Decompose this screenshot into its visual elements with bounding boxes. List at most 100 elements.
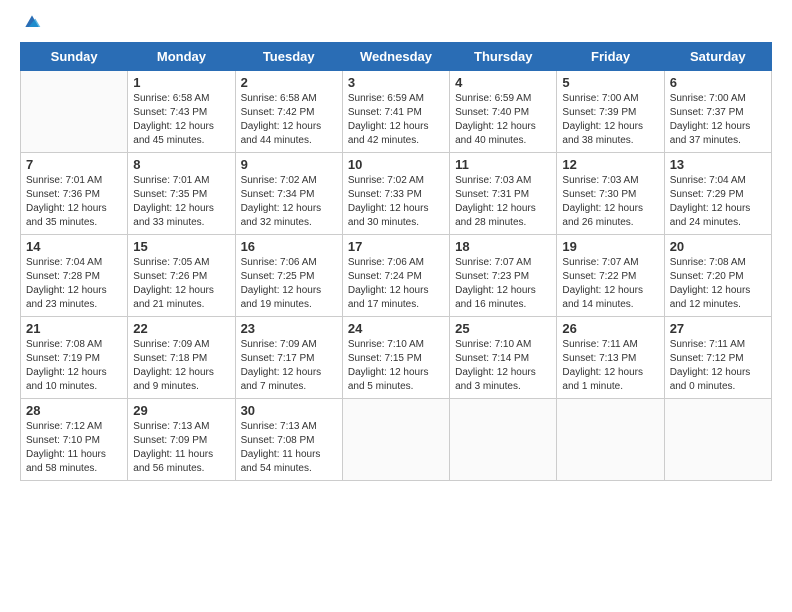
day-number: 26 (562, 321, 658, 336)
calendar-cell: 24 Sunrise: 7:10 AM Sunset: 7:15 PM Dayli… (342, 317, 449, 399)
calendar-cell: 12 Sunrise: 7:03 AM Sunset: 7:30 PM Dayli… (557, 153, 664, 235)
day-info: Sunrise: 7:07 AM Sunset: 7:22 PM Dayligh… (562, 256, 658, 312)
day-number: 10 (348, 157, 444, 172)
calendar-cell: 25 Sunrise: 7:10 AM Sunset: 7:14 PM Dayli… (450, 317, 557, 399)
day-number: 1 (133, 75, 229, 90)
calendar-cell: 18Sunrise: 7:07 AM Sunset: 7:23 PM Dayli… (450, 235, 557, 317)
calendar-cell: 13 Sunrise: 7:04 AM Sunset: 7:29 PM Dayli… (664, 153, 771, 235)
day-number: 7 (26, 157, 122, 172)
day-info: Sunrise: 7:00 AM Sunset: 7:37 PM Dayligh… (670, 92, 766, 148)
calendar-cell: 7 Sunrise: 7:01 AM Sunset: 7:36 PM Daylig… (21, 153, 128, 235)
weekday-header-cell: Friday (557, 43, 664, 71)
calendar-cell: 20 Sunrise: 7:08 AM Sunset: 7:20 PM Dayli… (664, 235, 771, 317)
calendar-cell: 30 Sunrise: 7:13 AM Sunset: 7:08 PM Dayli… (235, 399, 342, 481)
day-info: Sunrise: 7:10 AM Sunset: 7:15 PM Dayligh… (348, 338, 444, 394)
calendar-week-row: 21 Sunrise: 7:08 AM Sunset: 7:19 PM Dayli… (21, 317, 772, 399)
logo-icon (22, 12, 42, 32)
day-info: Sunrise: 6:59 AM Sunset: 7:41 PM Dayligh… (348, 92, 444, 148)
weekday-header-cell: Saturday (664, 43, 771, 71)
day-number: 25 (455, 321, 551, 336)
calendar-cell: 10 Sunrise: 7:02 AM Sunset: 7:33 PM Dayli… (342, 153, 449, 235)
calendar-cell: 26 Sunrise: 7:11 AM Sunset: 7:13 PM Dayli… (557, 317, 664, 399)
day-number: 16 (241, 239, 337, 254)
day-number: 18 (455, 239, 551, 254)
weekday-header-row: SundayMondayTuesdayWednesdayThursdayFrid… (21, 43, 772, 71)
day-number: 17 (348, 239, 444, 254)
calendar-cell: 16Sunrise: 7:06 AM Sunset: 7:25 PM Dayli… (235, 235, 342, 317)
day-number: 13 (670, 157, 766, 172)
weekday-header-cell: Tuesday (235, 43, 342, 71)
day-info: Sunrise: 7:04 AM Sunset: 7:29 PM Dayligh… (670, 174, 766, 230)
day-info: Sunrise: 6:58 AM Sunset: 7:42 PM Dayligh… (241, 92, 337, 148)
weekday-header-cell: Monday (128, 43, 235, 71)
day-info: Sunrise: 7:00 AM Sunset: 7:39 PM Dayligh… (562, 92, 658, 148)
calendar-week-row: 1 Sunrise: 6:58 AM Sunset: 7:43 PM Daylig… (21, 71, 772, 153)
calendar: SundayMondayTuesdayWednesdayThursdayFrid… (20, 42, 772, 481)
calendar-cell (557, 399, 664, 481)
day-info: Sunrise: 6:58 AM Sunset: 7:43 PM Dayligh… (133, 92, 229, 148)
day-number: 8 (133, 157, 229, 172)
calendar-cell (21, 71, 128, 153)
calendar-week-row: 7 Sunrise: 7:01 AM Sunset: 7:36 PM Daylig… (21, 153, 772, 235)
day-info: Sunrise: 7:06 AM Sunset: 7:24 PM Dayligh… (348, 256, 444, 312)
calendar-cell (342, 399, 449, 481)
day-number: 24 (348, 321, 444, 336)
day-info: Sunrise: 7:10 AM Sunset: 7:14 PM Dayligh… (455, 338, 551, 394)
day-number: 28 (26, 403, 122, 418)
calendar-cell: 8 Sunrise: 7:01 AM Sunset: 7:35 PM Daylig… (128, 153, 235, 235)
day-info: Sunrise: 6:59 AM Sunset: 7:40 PM Dayligh… (455, 92, 551, 148)
day-number: 22 (133, 321, 229, 336)
calendar-cell: 28Sunrise: 7:12 AM Sunset: 7:10 PM Dayli… (21, 399, 128, 481)
day-number: 3 (348, 75, 444, 90)
day-info: Sunrise: 7:08 AM Sunset: 7:19 PM Dayligh… (26, 338, 122, 394)
day-info: Sunrise: 7:03 AM Sunset: 7:31 PM Dayligh… (455, 174, 551, 230)
logo (20, 20, 42, 32)
day-info: Sunrise: 7:13 AM Sunset: 7:08 PM Dayligh… (241, 420, 337, 476)
calendar-cell (450, 399, 557, 481)
day-info: Sunrise: 7:11 AM Sunset: 7:13 PM Dayligh… (562, 338, 658, 394)
day-number: 9 (241, 157, 337, 172)
calendar-cell: 19 Sunrise: 7:07 AM Sunset: 7:22 PM Dayli… (557, 235, 664, 317)
calendar-cell: 9 Sunrise: 7:02 AM Sunset: 7:34 PM Daylig… (235, 153, 342, 235)
day-number: 20 (670, 239, 766, 254)
calendar-cell: 17 Sunrise: 7:06 AM Sunset: 7:24 PM Dayli… (342, 235, 449, 317)
day-info: Sunrise: 7:09 AM Sunset: 7:17 PM Dayligh… (241, 338, 337, 394)
calendar-week-row: 28Sunrise: 7:12 AM Sunset: 7:10 PM Dayli… (21, 399, 772, 481)
day-info: Sunrise: 7:01 AM Sunset: 7:35 PM Dayligh… (133, 174, 229, 230)
day-info: Sunrise: 7:03 AM Sunset: 7:30 PM Dayligh… (562, 174, 658, 230)
calendar-cell: 27Sunrise: 7:11 AM Sunset: 7:12 PM Dayli… (664, 317, 771, 399)
day-number: 19 (562, 239, 658, 254)
day-number: 2 (241, 75, 337, 90)
day-number: 12 (562, 157, 658, 172)
day-number: 14 (26, 239, 122, 254)
day-info: Sunrise: 7:02 AM Sunset: 7:34 PM Dayligh… (241, 174, 337, 230)
calendar-cell: 23 Sunrise: 7:09 AM Sunset: 7:17 PM Dayli… (235, 317, 342, 399)
day-info: Sunrise: 7:01 AM Sunset: 7:36 PM Dayligh… (26, 174, 122, 230)
calendar-cell: 22 Sunrise: 7:09 AM Sunset: 7:18 PM Dayli… (128, 317, 235, 399)
weekday-header-cell: Thursday (450, 43, 557, 71)
day-number: 11 (455, 157, 551, 172)
day-number: 4 (455, 75, 551, 90)
calendar-cell: 1 Sunrise: 6:58 AM Sunset: 7:43 PM Daylig… (128, 71, 235, 153)
calendar-body: 1 Sunrise: 6:58 AM Sunset: 7:43 PM Daylig… (21, 71, 772, 481)
calendar-cell: 2 Sunrise: 6:58 AM Sunset: 7:42 PM Daylig… (235, 71, 342, 153)
calendar-cell: 5 Sunrise: 7:00 AM Sunset: 7:39 PM Daylig… (557, 71, 664, 153)
calendar-cell: 4 Sunrise: 6:59 AM Sunset: 7:40 PM Daylig… (450, 71, 557, 153)
day-number: 29 (133, 403, 229, 418)
day-info: Sunrise: 7:09 AM Sunset: 7:18 PM Dayligh… (133, 338, 229, 394)
calendar-week-row: 14 Sunrise: 7:04 AM Sunset: 7:28 PM Dayli… (21, 235, 772, 317)
day-number: 30 (241, 403, 337, 418)
calendar-cell: 29Sunrise: 7:13 AM Sunset: 7:09 PM Dayli… (128, 399, 235, 481)
day-number: 5 (562, 75, 658, 90)
weekday-header-cell: Sunday (21, 43, 128, 71)
day-number: 15 (133, 239, 229, 254)
day-info: Sunrise: 7:08 AM Sunset: 7:20 PM Dayligh… (670, 256, 766, 312)
calendar-cell: 15Sunrise: 7:05 AM Sunset: 7:26 PM Dayli… (128, 235, 235, 317)
weekday-header-cell: Wednesday (342, 43, 449, 71)
header (20, 20, 772, 32)
day-info: Sunrise: 7:02 AM Sunset: 7:33 PM Dayligh… (348, 174, 444, 230)
day-number: 21 (26, 321, 122, 336)
day-number: 6 (670, 75, 766, 90)
day-info: Sunrise: 7:04 AM Sunset: 7:28 PM Dayligh… (26, 256, 122, 312)
day-number: 23 (241, 321, 337, 336)
